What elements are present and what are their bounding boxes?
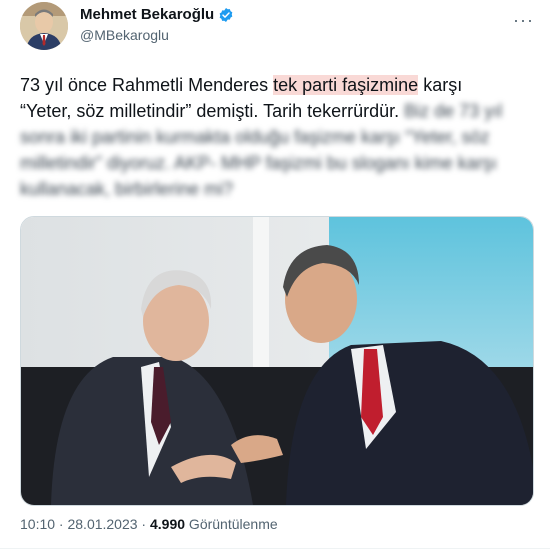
avatar[interactable]	[20, 2, 68, 50]
tweet-meta: 10:10 · 28.01.2023 · 4.990 Görüntülenme	[20, 516, 278, 532]
tweet-text-part: 73 yıl önce Rahmetli Menderes	[20, 75, 274, 95]
views-count: 4.990	[150, 516, 186, 532]
timestamp[interactable]: 10:10 · 28.01.2023 ·	[20, 516, 150, 532]
tweet-photo[interactable]	[20, 216, 534, 506]
author-name[interactable]: Mehmet Bekaroğlu	[80, 6, 214, 23]
verified-badge-icon	[219, 7, 233, 22]
highlighted-text: tek parti faşizmine	[273, 75, 419, 95]
tweet-text: 73 yıl önce Rahmetli Menderes tek parti …	[20, 72, 530, 202]
tweet-text-part: “Yeter, söz milletindir” demişti. Tarih …	[20, 101, 405, 121]
tweet: Mehmet Bekaroğlu @MBekaroglu ··· 73 yıl …	[0, 0, 550, 550]
author-name-row[interactable]: Mehmet Bekaroğlu	[80, 6, 234, 23]
more-options-button[interactable]: ···	[513, 10, 534, 31]
views-label: Görüntülenme	[185, 516, 278, 532]
tweet-text-part: karşı	[418, 75, 463, 95]
divider	[0, 548, 550, 549]
author-handle[interactable]: @MBekaroglu	[80, 27, 169, 43]
